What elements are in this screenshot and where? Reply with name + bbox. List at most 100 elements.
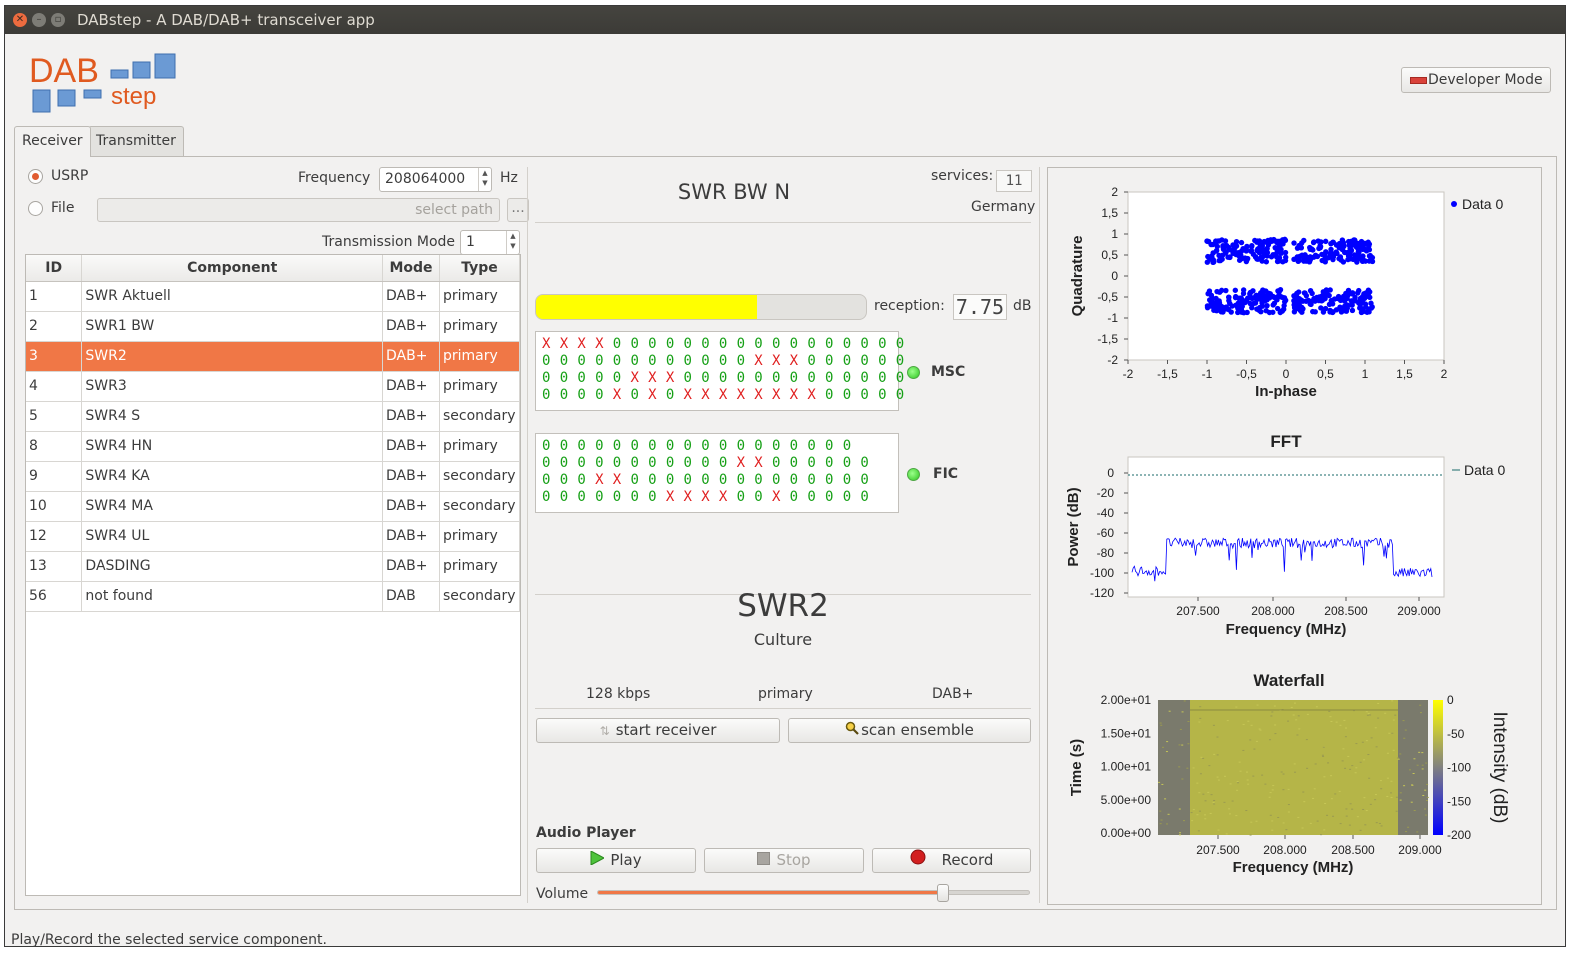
waterfall-noise-pixel	[1374, 799, 1377, 801]
logo-text-step: step	[111, 83, 156, 110]
table-row[interactable]: 1 SWR Aktuell DAB+ primary	[26, 281, 521, 312]
maximize-window-button[interactable]: ▫	[51, 13, 65, 27]
volume-slider-handle[interactable]	[936, 884, 949, 902]
constellation-point	[1365, 293, 1372, 300]
file-label: File	[51, 200, 75, 216]
stop-button[interactable]: Stop	[704, 848, 864, 873]
waterfall-noise-pixel	[1374, 727, 1377, 729]
waterfall-noise-pixel	[1202, 793, 1205, 795]
waterfall-noise-pixel	[1210, 794, 1213, 796]
volume-slider[interactable]	[597, 884, 1030, 902]
record-icon	[910, 849, 926, 872]
tab-receiver[interactable]: Receiver	[14, 126, 91, 157]
constellation-x-tick-label: -0,5	[1236, 367, 1257, 381]
transmission-mode-input[interactable]: 1 ▲ ▼	[460, 230, 520, 255]
table-cell-type: primary	[439, 521, 521, 552]
constellation-point	[1251, 300, 1257, 307]
constellation-point	[1359, 255, 1365, 262]
waterfall-colorbar-tick-label: -200	[1447, 828, 1471, 842]
column-header-component[interactable]: Component	[81, 255, 384, 282]
waterfall-noise-pixel	[1158, 781, 1161, 783]
fic-error-row: 0 0 0 X X 0 0 0 0 0 0 0 0 0 0 0 0 0 0	[542, 472, 870, 488]
constellation-point	[1312, 309, 1318, 315]
waterfall-noise-pixel	[1380, 788, 1383, 790]
constellation-point	[1282, 249, 1289, 256]
constellation-point	[1220, 309, 1226, 315]
fic-error-grid: 0 0 0 0 0 0 0 0 0 0 0 0 0 0 0 0 0 00 0 0…	[535, 433, 899, 513]
minimize-window-button[interactable]: –	[32, 13, 46, 27]
constellation-point	[1233, 238, 1240, 245]
constellation-y-tick-label: 0,5	[1101, 248, 1118, 262]
waterfall-noise-pixel	[1328, 710, 1331, 712]
play-button[interactable]: Play	[536, 848, 696, 873]
table-row[interactable]: 9 SWR4 KA DAB+ secondary	[26, 461, 521, 492]
waterfall-noise-pixel	[1369, 714, 1372, 716]
waterfall-noise-pixel	[1313, 788, 1316, 790]
table-row[interactable]: 3 SWR2 DAB+ primary	[26, 341, 521, 372]
table-row[interactable]: 2 SWR1 BW DAB+ primary	[26, 311, 521, 342]
waterfall-noise-pixel	[1271, 820, 1274, 822]
frequency-input[interactable]: 208064000 ▲ ▼	[379, 167, 492, 192]
table-row[interactable]: 10 SWR4 MA DAB+ secondary	[26, 491, 521, 522]
plots-panel: -2 -1,5 -1 -0,5 0 0,5 1 1,5 2 2 1,5 1 0,5 0 -0,5 -1 -1,5…	[1047, 167, 1542, 905]
waterfall-y-tick-label: 5.00e+00	[1101, 793, 1152, 807]
waterfall-noise-pixel	[1344, 736, 1347, 738]
waterfall-noise-pixel	[1217, 829, 1220, 831]
constellation-y-tick-label: -1,5	[1097, 332, 1118, 346]
usrp-radio[interactable]	[28, 169, 43, 184]
waterfall-noise-pixel	[1293, 702, 1296, 704]
frequency-stepper-icon[interactable]: ▲ ▼	[478, 168, 491, 191]
waterfall-noise-pixel	[1421, 768, 1424, 770]
table-row[interactable]: 56 not found DAB secondary	[26, 581, 521, 612]
table-row[interactable]: 8 SWR4 HN DAB+ primary	[26, 431, 521, 462]
waterfall-noise-pixel	[1403, 737, 1406, 739]
table-row[interactable]: 13 DASDING DAB+ primary	[26, 551, 521, 582]
ensemble-name: SWR BW N	[677, 180, 791, 204]
column-header-type[interactable]: Type	[439, 255, 521, 282]
waterfall-noise-pixel	[1365, 810, 1368, 812]
waterfall-noise-pixel	[1228, 813, 1231, 815]
table-body: 1 SWR Aktuell DAB+ primary 2 SWR1 BW DAB+ prima…	[26, 281, 521, 612]
start-receiver-button[interactable]: ⇅ start receiver	[536, 718, 780, 743]
constellation-point	[1343, 308, 1350, 314]
reception-label: reception:	[874, 298, 945, 314]
waterfall-noise-pixel	[1271, 789, 1274, 791]
waterfall-x-axis-label: Frequency (MHz)	[1233, 859, 1354, 876]
developer-mode-button[interactable]: Developer Mode	[1401, 67, 1551, 93]
waterfall-noise-pixel	[1330, 798, 1333, 800]
waterfall-y-tick-label: 1.50e+01	[1101, 726, 1152, 740]
waterfall-noise-pixel	[1306, 713, 1309, 715]
table-row[interactable]: 12 SWR4 UL DAB+ primary	[26, 521, 521, 552]
waterfall-noise-pixel	[1392, 749, 1395, 751]
close-window-button[interactable]: ✕	[13, 13, 27, 27]
waterfall-noise-pixel	[1271, 829, 1274, 831]
waterfall-noise-pixel	[1361, 741, 1364, 743]
constellation-point	[1323, 249, 1329, 255]
waterfall-noise-pixel	[1339, 823, 1342, 825]
waterfall-noise-pixel	[1330, 775, 1333, 777]
waterfall-colorbar-tick-label: -50	[1447, 727, 1465, 741]
constellation-point	[1213, 248, 1220, 254]
waterfall-noise-pixel	[1330, 721, 1333, 723]
waterfall-noise-pixel	[1312, 797, 1315, 799]
fic-error-row: 0 0 0 0 0 0 0 0 0 0 0 X X 0 0 0 0 0 0	[542, 455, 870, 471]
file-browse-button[interactable]: ...	[507, 198, 529, 222]
scan-ensemble-label: scan ensemble	[861, 721, 974, 739]
scan-ensemble-button[interactable]: scan ensemble	[788, 718, 1031, 743]
file-path-input[interactable]: select path	[97, 198, 500, 222]
file-radio[interactable]	[28, 201, 43, 216]
record-button[interactable]: Record	[872, 848, 1031, 873]
transmission-mode-stepper-icon[interactable]: ▲ ▼	[506, 231, 519, 254]
table-row[interactable]: 4 SWR3 DAB+ primary	[26, 371, 521, 402]
waterfall-noise-pixel	[1321, 754, 1324, 756]
column-header-mode[interactable]: Mode	[382, 255, 440, 282]
waterfall-noise-pixel	[1199, 706, 1202, 708]
reception-unit: dB	[1013, 298, 1032, 314]
table-row[interactable]: 5 SWR4 S DAB+ secondary	[26, 401, 521, 432]
waterfall-noise-pixel	[1204, 800, 1207, 802]
waterfall-noise-pixel	[1268, 796, 1271, 798]
tab-transmitter[interactable]: Transmitter	[88, 126, 184, 156]
waterfall-noise-pixel	[1374, 794, 1377, 796]
column-header-id[interactable]: ID	[26, 255, 83, 282]
frequency-unit: Hz	[500, 170, 518, 186]
